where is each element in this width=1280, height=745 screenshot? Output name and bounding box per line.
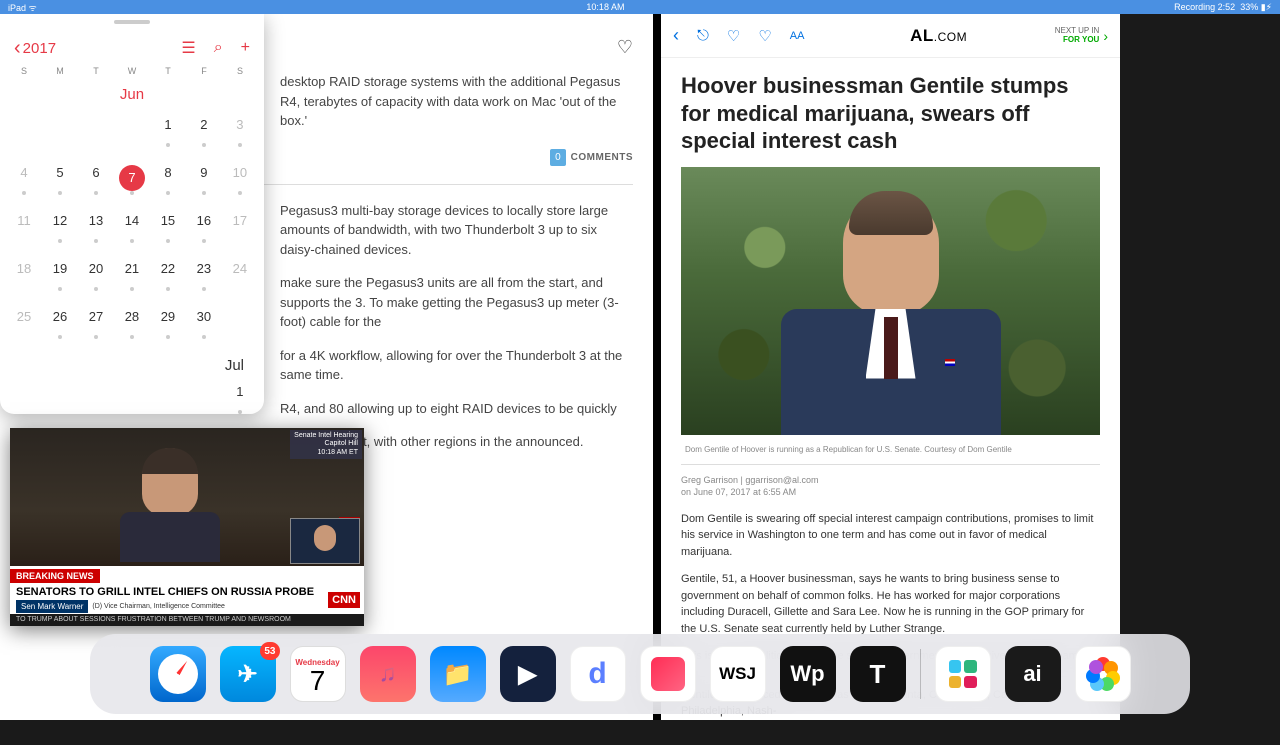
split-divider[interactable] [653,14,661,720]
article-photo [681,167,1100,435]
calendar-day[interactable]: 14 [114,207,150,255]
calendar-day[interactable]: 23 [186,255,222,303]
video-location-tag: Senate Intel HearingCapitol Hill10:18 AM… [290,430,362,459]
grabber-handle[interactable] [114,20,150,24]
wifi-icon: ᯤ [29,3,37,13]
dock-separator [920,649,921,699]
publish-date: on June 07, 2017 at 6:55 AM [681,487,1100,497]
files-app-icon[interactable]: 📁 [430,646,486,702]
calendar-day[interactable]: 29 [150,303,186,351]
status-bar: iPad ᯤ 10:18 AM Recording 2:52 33% ▮⚡︎ [0,0,1280,14]
slack-app-icon[interactable] [935,646,991,702]
calendar-app-icon[interactable]: Wednesday7 [290,646,346,702]
calendar-day[interactable]: 3 [222,111,258,159]
nyt-app-icon[interactable]: T [850,646,906,702]
calendar-day[interactable]: 6 [78,159,114,207]
calendar-day[interactable]: 15 [150,207,186,255]
calendar-day[interactable]: 22 [150,255,186,303]
calendar-day[interactable]: 10 [222,159,258,207]
calendar-back-button[interactable]: ‹2017 [14,37,56,60]
news-ticker: TO TRUMP ABOUT SESSIONS FRUSTRATION BETW… [10,614,364,626]
calendar-day[interactable]: 18 [6,255,42,303]
device-label: iPad [8,3,26,13]
calendar-grid[interactable]: 1234567891011121314151617181920212223242… [0,111,264,351]
ai-app-icon[interactable]: ai [1005,646,1061,702]
calendar-day[interactable]: 30 [186,303,222,351]
month-label: Jun [0,86,264,103]
calendar-day[interactable]: 25 [6,303,42,351]
badge: 53 [260,642,279,660]
calendar-day[interactable] [42,111,78,159]
news-app-icon[interactable] [640,646,696,702]
like-icon[interactable]: ♡ [727,27,740,45]
dock: ✈53 Wednesday7 📁 ▶ d WSJ Wp T ai [90,634,1190,714]
news-app-header: ‹ ⎋ ♡ ♡ AA AL.COM NEXT UP IN FOR YOU › [661,14,1120,58]
photo-caption: Dom Gentile of Hoover is running as a Re… [681,445,1100,454]
list-view-icon[interactable]: ☰ [181,38,195,58]
chevron-right-icon[interactable]: › [1103,28,1108,44]
video-inset [290,518,360,564]
wsj-app-icon[interactable]: WSJ [710,646,766,702]
duet-app-icon[interactable]: d [570,646,626,702]
next-up-button[interactable]: NEXT UP IN FOR YOU [1055,27,1100,45]
lower-third: BREAKING NEWS SENATORS TO GRILL INTEL CH… [10,566,364,626]
calendar-day[interactable] [6,111,42,159]
calendar-day[interactable]: 19 [42,255,78,303]
save-icon[interactable]: ♡ [758,27,771,45]
favorite-icon[interactable]: ♡ [617,37,633,58]
music-app-icon[interactable] [360,646,416,702]
calendar-day[interactable]: 4 [6,159,42,207]
calendar-day[interactable]: 26 [42,303,78,351]
calendar-slideover[interactable]: ‹2017 ☰ ⌕ + SMTWTFS Jun 1234567891011121… [0,14,264,414]
back-icon[interactable]: ‹ [673,25,679,46]
calendar-day[interactable]: 16 [186,207,222,255]
wapo-app-icon[interactable]: Wp [780,646,836,702]
calendar-day[interactable]: 8 [150,159,186,207]
calendar-day[interactable]: 9 [186,159,222,207]
calendar-day[interactable] [222,303,258,351]
infuse-app-icon[interactable]: ▶ [500,646,556,702]
calendar-day[interactable]: 24 [222,255,258,303]
calendar-day[interactable]: 28 [114,303,150,351]
next-month-label: Jul [0,351,264,378]
publication-logo: AL.COM [822,26,1054,46]
chevron-left-icon: ‹ [14,37,21,60]
calendar-day[interactable]: 1 [222,378,258,426]
calendar-day[interactable]: 21 [114,255,150,303]
text-size-icon[interactable]: AA [790,30,805,42]
calendar-day[interactable] [78,111,114,159]
calendar-day[interactable]: 2 [186,111,222,159]
calendar-day[interactable]: 12 [42,207,78,255]
calendar-day[interactable] [114,111,150,159]
article-title: Hoover businessman Gentile stumps for me… [681,72,1100,155]
calendar-grid-next[interactable]: 1 [0,378,264,426]
photos-app-icon[interactable] [1075,646,1131,702]
calendar-day[interactable]: 13 [78,207,114,255]
status-time: 10:18 AM [37,2,1174,12]
calendar-day[interactable]: 7 [114,159,150,207]
calendar-day[interactable]: 1 [150,111,186,159]
left-split-pane: ‹ ♡ desktop RAID storage systems with th… [0,14,653,720]
recording-indicator: Recording 2:52 [1174,2,1235,12]
spark-app-icon[interactable]: ✈53 [220,646,276,702]
calendar-day[interactable]: 17 [222,207,258,255]
calendar-day[interactable]: 27 [78,303,114,351]
safari-app-icon[interactable] [150,646,206,702]
network-logo: CNN [328,592,360,608]
calendar-day[interactable]: 20 [78,255,114,303]
article-paragraph: Dom Gentile is swearing off special inte… [681,511,1100,561]
article-paragraph: Gentile, 51, a Hoover businessman, says … [681,571,1100,637]
share-icon[interactable]: ⎋ [697,27,709,44]
weekday-header: SMTWTFS [0,66,264,76]
battery-level: 33% [1240,2,1258,12]
byline: Greg Garrison | ggarrison@al.com [681,475,1100,485]
picture-in-picture-video[interactable]: Senate Intel HearingCapitol Hill10:18 AM… [10,428,364,626]
right-split-pane: ‹ ⎋ ♡ ♡ AA AL.COM NEXT UP IN FOR YOU › H… [661,14,1120,720]
calendar-day[interactable]: 11 [6,207,42,255]
calendar-day[interactable]: 5 [42,159,78,207]
search-icon[interactable]: ⌕ [214,39,223,57]
add-event-icon[interactable]: + [241,39,250,57]
